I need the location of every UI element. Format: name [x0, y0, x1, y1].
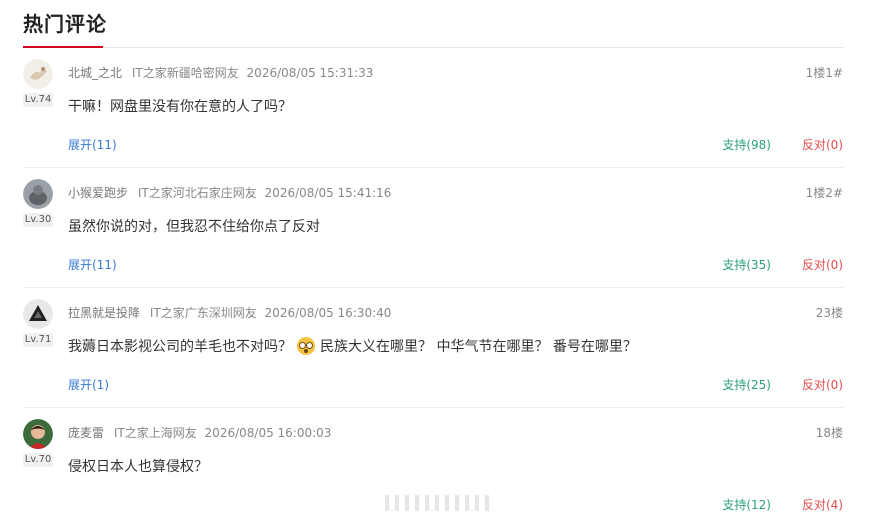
floor-number: 18楼 — [815, 426, 843, 440]
expand-replies-button[interactable]: 展开(1) — [68, 376, 109, 393]
comment-meta: 小猴爱跑步 IT之家河北石家庄网友 2026/08/05 15:41:16 — [68, 184, 391, 201]
comment-text: 干嘛！网盘里没有你在意的人了吗？ — [68, 99, 292, 115]
flushed-face-emoji-icon — [297, 337, 315, 355]
level-badge: Lv.30 — [23, 213, 53, 227]
comment-text-part: 我薅日本影视公司的羊毛也不对吗？ — [68, 339, 292, 355]
avatar[interactable] — [23, 419, 53, 449]
avatar[interactable] — [23, 299, 53, 329]
comment-text: 虽然你说的对，但我忍不住给你点了反对 — [68, 219, 320, 235]
floor-number: 23楼 — [815, 306, 843, 320]
avatar-image — [23, 179, 53, 209]
expand-replies-button[interactable]: 展开(11) — [68, 136, 117, 153]
user-nickname[interactable]: 拉黑就是投降 — [68, 306, 140, 320]
comment-item: Lv.71 拉黑就是投降 IT之家广东深圳网友 2026/08/05 16:30… — [23, 288, 843, 408]
expand-replies-button[interactable]: 展开(11) — [68, 256, 117, 273]
comment-time: 2026/08/05 15:31:33 — [246, 66, 374, 80]
comment-item: Lv.74 北城_之北 IT之家新疆哈密网友 2026/08/05 15:31:… — [23, 48, 843, 168]
oppose-button[interactable]: 反对(0) — [802, 256, 843, 273]
comment-meta: 庞麦雷 IT之家上海网友 2026/08/05 16:00:03 — [68, 424, 331, 441]
comment-meta: 北城_之北 IT之家新疆哈密网友 2026/08/05 15:31:33 — [68, 64, 373, 81]
avatar-image — [23, 419, 53, 449]
comment-time: 2026/08/05 15:41:16 — [264, 186, 392, 200]
support-button[interactable]: 支持(35) — [722, 256, 771, 273]
comment-meta: 拉黑就是投降 IT之家广东深圳网友 2026/08/05 16:30:40 — [68, 304, 391, 321]
level-badge: Lv.71 — [23, 333, 53, 347]
user-nickname[interactable]: 小猴爱跑步 — [68, 186, 128, 200]
section-title: 热门评论 — [23, 12, 107, 36]
avatar[interactable] — [23, 179, 53, 209]
comment-item: Lv.30 小猴爱跑步 IT之家河北石家庄网友 2026/08/05 15:41… — [23, 168, 843, 288]
comment-time: 2026/08/05 16:30:40 — [264, 306, 392, 320]
oppose-button[interactable]: 反对(0) — [802, 376, 843, 393]
floor-number: 1楼1# — [805, 66, 843, 80]
user-nickname[interactable]: 庞麦雷 — [68, 426, 104, 440]
level-badge: Lv.74 — [23, 93, 53, 107]
floor-number: 1楼2# — [805, 186, 843, 200]
support-button[interactable]: 支持(98) — [722, 136, 771, 153]
user-source: IT之家上海网友 — [113, 426, 197, 440]
avatar-image — [23, 299, 53, 329]
oppose-button[interactable]: 反对(0) — [802, 136, 843, 153]
user-source: IT之家广东深圳网友 — [149, 306, 257, 320]
support-button[interactable]: 支持(12) — [722, 496, 771, 513]
comment-time: 2026/08/05 16:00:03 — [204, 426, 332, 440]
avatar-image — [23, 59, 53, 89]
avatar[interactable] — [23, 59, 53, 89]
oppose-button[interactable]: 反对(4) — [802, 496, 843, 513]
user-source: IT之家河北石家庄网友 — [137, 186, 257, 200]
comment-text-part: 民族大义在哪里？ 中华气节在哪里？ 番号在哪里？ — [320, 339, 637, 355]
level-badge: Lv.70 — [23, 453, 53, 467]
user-source: IT之家新疆哈密网友 — [131, 66, 239, 80]
user-nickname[interactable]: 北城_之北 — [68, 66, 122, 80]
comment-text: 侵权日本人也算侵权？ — [68, 459, 208, 475]
support-button[interactable]: 支持(25) — [722, 376, 771, 393]
loading-placeholder-icon — [385, 495, 489, 511]
comment-text: 我薅日本影视公司的羊毛也不对吗？ 民族大义在哪里？ 中华气节在哪里？ 番号在哪里？ — [68, 336, 637, 356]
